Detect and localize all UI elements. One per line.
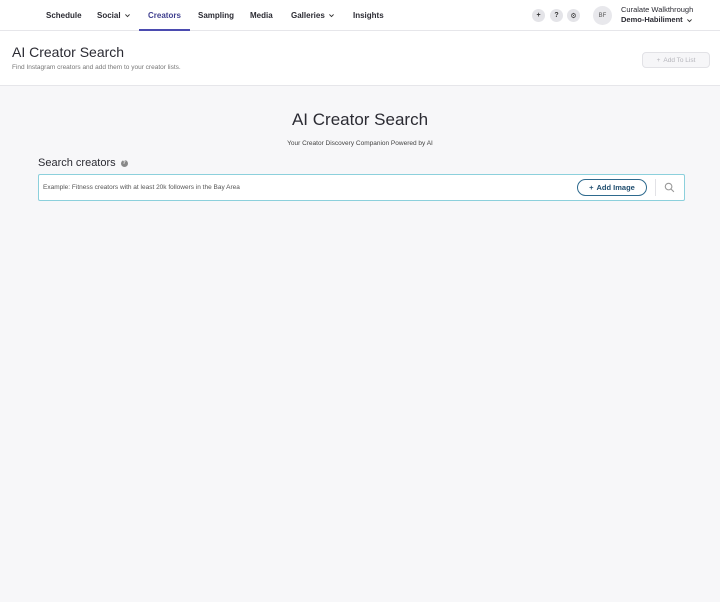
search-label-text: Search creators [38, 157, 116, 169]
nav-insights-label: Insights [353, 11, 384, 20]
account-name: Curalate Walkthrough [621, 5, 694, 14]
nav-galleries-label: Galleries [291, 11, 325, 20]
top-nav: Schedule Social Creators Sampling Media … [0, 0, 720, 31]
main-subtitle: Your Creator Discovery Companion Powered… [287, 140, 433, 147]
help-icon[interactable]: ? [550, 9, 563, 22]
nav-creators-label: Creators [148, 11, 181, 20]
chevron-down-icon [124, 14, 130, 18]
search-box: + Add Image [38, 174, 685, 201]
nav-creators[interactable]: Creators [139, 0, 190, 31]
add-image-button[interactable]: + Add Image [577, 179, 647, 196]
add-to-list-button[interactable]: + Add To List [642, 52, 710, 68]
plus-icon: + [656, 56, 661, 64]
nav-social[interactable]: Social [97, 0, 131, 31]
add-to-list-label: Add To List [663, 56, 696, 64]
nav-social-label: Social [97, 11, 121, 20]
page-header: AI Creator Search Find Instagram creator… [0, 31, 720, 86]
chevron-down-icon [328, 14, 334, 18]
account-switcher[interactable]: Curalate Walkthrough Demo-Habiliment [621, 5, 693, 25]
main-title: AI Creator Search [291, 110, 429, 129]
page-title: AI Creator Search [12, 44, 125, 60]
chevron-down-icon [686, 18, 692, 22]
nav-schedule[interactable]: Schedule [46, 0, 82, 31]
add-image-label: Add Image [596, 183, 635, 192]
nav-media-label: Media [250, 11, 273, 20]
search-label: Search creators ? [38, 157, 128, 169]
plus-icon: + [589, 183, 594, 192]
nav-galleries[interactable]: Galleries [291, 0, 335, 31]
page-subtitle: Find Instagram creators and add them to … [12, 64, 181, 71]
nav-media[interactable]: Media [250, 0, 273, 31]
nav-sampling[interactable]: Sampling [198, 0, 234, 31]
search-input[interactable] [43, 178, 573, 197]
nav-sampling-label: Sampling [198, 11, 235, 20]
nav-schedule-label: Schedule [46, 11, 82, 20]
avatar[interactable]: BF [593, 6, 612, 25]
plus-icon[interactable]: + [532, 9, 545, 22]
nav-insights[interactable]: Insights [353, 0, 384, 31]
account-org: Demo-Habiliment [621, 15, 683, 24]
search-icon[interactable] [664, 182, 675, 193]
divider [655, 179, 656, 196]
gear-icon[interactable]: ⚙ [567, 9, 580, 22]
info-icon[interactable]: ? [120, 159, 128, 167]
